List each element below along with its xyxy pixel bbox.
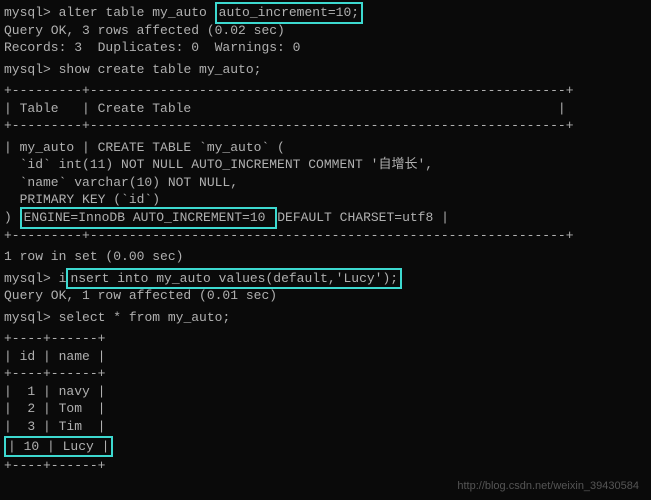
- cmd-text: alter table my_auto: [59, 5, 215, 20]
- select-border: +----+------+: [4, 457, 647, 475]
- create-table-line: `id` int(11) NOT NULL AUTO_INCREMENT COM…: [4, 156, 647, 174]
- table-row: | 1 | navy |: [4, 383, 647, 401]
- result-query-ok: Query OK, 3 rows affected (0.02 sec): [4, 22, 647, 40]
- table-row: | 2 | Tom |: [4, 400, 647, 418]
- create-table-line: | my_auto | CREATE TABLE `my_auto` (: [4, 139, 647, 157]
- cmd-select: mysql> select * from my_auto;: [4, 309, 647, 327]
- create-table-engine-line: ) ENGINE=InnoDB AUTO_INCREMENT=10 DEFAUL…: [4, 209, 647, 227]
- table-row-highlighted: | 10 | Lucy |: [4, 436, 647, 458]
- table-border: +---------+-----------------------------…: [4, 117, 647, 135]
- highlight-auto-increment: auto_increment=10;: [215, 2, 363, 24]
- table-border: +---------+-----------------------------…: [4, 227, 647, 245]
- select-border: +----+------+: [4, 365, 647, 383]
- cmd-pre: i: [59, 271, 67, 286]
- cmd-text: select * from my_auto;: [59, 310, 231, 325]
- highlight-engine-innodb: ENGINE=InnoDB AUTO_INCREMENT=10: [20, 207, 278, 229]
- highlight-row-lucy: | 10 | Lucy |: [4, 436, 113, 458]
- table-header: | Table | Create Table |: [4, 100, 647, 118]
- cmd-alter-table: mysql> alter table my_auto auto_incremen…: [4, 4, 647, 22]
- table-border: +---------+-----------------------------…: [4, 82, 647, 100]
- create-table-line: `name` varchar(10) NOT NULL,: [4, 174, 647, 192]
- cmd-text: show create table my_auto;: [59, 62, 262, 77]
- result-query-ok: Query OK, 1 row affected (0.01 sec): [4, 287, 647, 305]
- prompt: mysql>: [4, 271, 51, 286]
- pre-text: ): [4, 210, 20, 225]
- select-header: | id | name |: [4, 348, 647, 366]
- rows-in-set: 1 row in set (0.00 sec): [4, 248, 647, 266]
- select-border: +----+------+: [4, 330, 647, 348]
- prompt: mysql>: [4, 62, 51, 77]
- table-row: | 3 | Tim |: [4, 418, 647, 436]
- post-text: DEFAULT CHARSET=utf8 |: [277, 210, 449, 225]
- cmd-insert: mysql> insert into my_auto values(defaul…: [4, 270, 647, 288]
- cmd-show-create: mysql> show create table my_auto;: [4, 61, 647, 79]
- result-records: Records: 3 Duplicates: 0 Warnings: 0: [4, 39, 647, 57]
- prompt: mysql>: [4, 5, 51, 20]
- highlight-insert-stmt: nsert into my_auto values(default,'Lucy'…: [66, 268, 402, 290]
- watermark: http://blog.csdn.net/weixin_39430584: [457, 479, 639, 494]
- prompt: mysql>: [4, 310, 51, 325]
